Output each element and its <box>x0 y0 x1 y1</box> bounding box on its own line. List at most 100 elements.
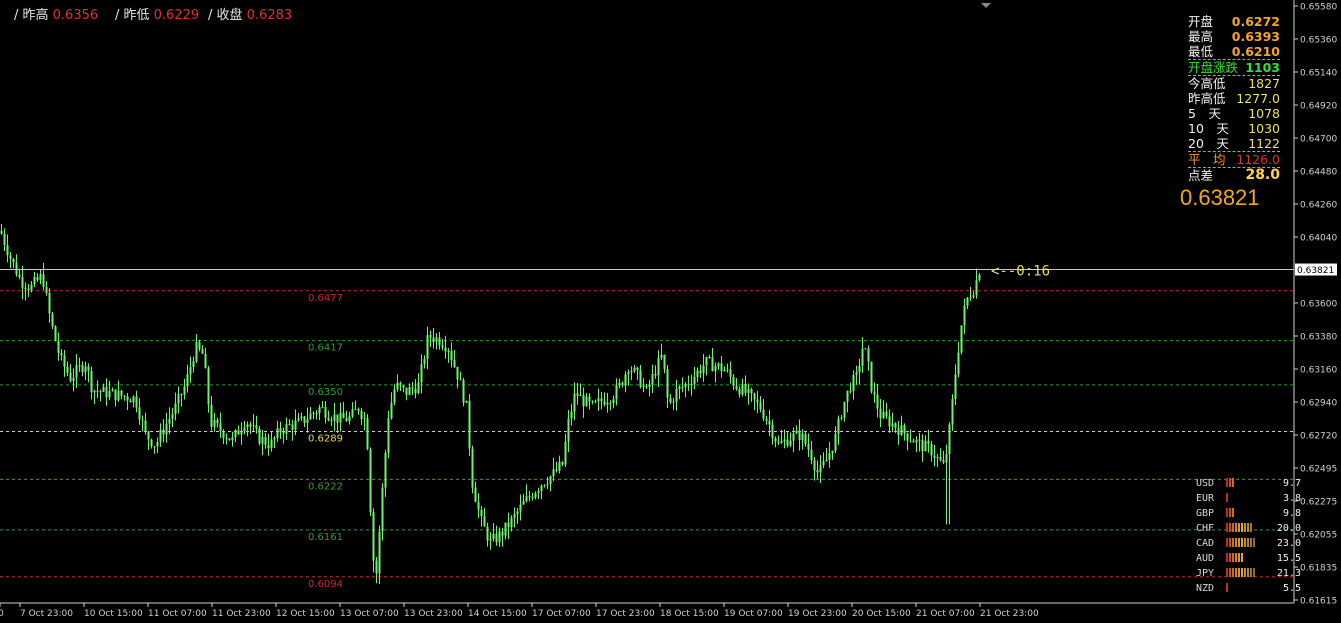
candle-body <box>144 420 147 432</box>
candle-body <box>756 399 759 403</box>
candle-body <box>546 484 549 486</box>
candle-body <box>210 404 213 427</box>
candle-body <box>771 424 774 439</box>
x-tick-label: 11 Oct 07:00 <box>148 609 207 619</box>
candle-body <box>345 418 348 422</box>
strength-bar-segment <box>1250 523 1252 532</box>
strength-bar-segment <box>1226 568 1228 577</box>
y-tick-label: 0.62940 <box>1300 399 1337 409</box>
y-tick-label: 0.64920 <box>1300 102 1337 112</box>
candle-body <box>273 437 276 440</box>
candle-body <box>507 522 510 528</box>
candle-body <box>777 441 780 443</box>
candle-body <box>201 348 204 354</box>
candle-body <box>138 407 141 420</box>
strength-bar-segment <box>1232 478 1234 487</box>
candle-body <box>321 406 324 408</box>
candle-body <box>696 370 699 377</box>
candle-body <box>831 450 834 453</box>
candle-body <box>156 441 159 447</box>
candle-body <box>738 389 741 395</box>
candle-body <box>735 385 738 390</box>
candle-body <box>942 460 945 463</box>
candle-body <box>681 386 684 388</box>
candle-body <box>732 376 735 386</box>
price-chart[interactable]: 0.6477 0.6417 0.6350 0.6289 0.6222 0.6161 0.60… <box>0 0 1341 623</box>
candle-body <box>261 436 264 444</box>
candle-body <box>795 430 798 434</box>
candle-body <box>537 491 540 494</box>
candle-body <box>879 408 882 419</box>
candle-body <box>693 376 696 385</box>
open-change-row: 开盘涨跌 1103 <box>1188 60 1280 76</box>
candle-body <box>162 429 165 435</box>
candle-body <box>849 390 852 392</box>
candle-body <box>57 340 60 353</box>
candle-body <box>711 357 714 372</box>
strength-bar-segment <box>1247 523 1249 532</box>
candle-body <box>342 412 345 419</box>
candle-body <box>450 350 453 361</box>
candle-body <box>723 369 726 372</box>
candle-body <box>402 385 405 388</box>
candle-body <box>978 274 981 281</box>
candle-body <box>324 406 327 418</box>
candle-body <box>198 341 201 349</box>
x-tick-label: 10 Oct 15:00 <box>84 609 143 619</box>
candle-body <box>3 233 6 245</box>
candle-body <box>228 438 231 441</box>
d5-row: 5 天 1078 <box>1188 106 1280 121</box>
candle-body <box>24 287 27 290</box>
candle-body <box>648 384 651 387</box>
level-label: 0.6289 <box>308 433 343 444</box>
candle-body <box>660 354 663 358</box>
candle-body <box>510 517 513 528</box>
candle-body <box>765 418 768 421</box>
candle-body <box>621 382 624 386</box>
candle-body <box>231 437 234 441</box>
candle-body <box>936 456 939 458</box>
candle-body <box>534 493 537 498</box>
candle-body <box>657 357 660 376</box>
candle-body <box>78 365 81 367</box>
candle-body <box>471 448 474 488</box>
candle-body <box>318 407 321 414</box>
strength-row-gbp: GBP 9.8 <box>1193 506 1301 521</box>
candle-body <box>288 423 291 425</box>
candle-body <box>903 425 906 434</box>
candle-body <box>420 363 423 383</box>
candle-body <box>492 533 495 539</box>
candle-body <box>960 325 963 353</box>
candle-body <box>168 418 171 424</box>
open-change-value: 1103 <box>1245 60 1280 75</box>
d20-row: 20 天 1122 <box>1188 136 1280 152</box>
y-tick-label: 0.65140 <box>1300 69 1337 79</box>
spread-value: 28.0 <box>1245 167 1280 183</box>
candle-body <box>636 367 639 370</box>
candle-body <box>126 396 129 401</box>
candle-body <box>18 274 21 278</box>
candle-body <box>654 373 657 376</box>
y-tick-label: 0.62275 <box>1300 498 1337 508</box>
candle-body <box>933 455 936 458</box>
strength-row-eur: EUR 3.8 <box>1193 491 1301 506</box>
candle-body <box>615 384 618 400</box>
candle-body <box>483 516 486 527</box>
candle-body <box>357 408 360 411</box>
high-value: 0.6393 <box>1231 29 1280 44</box>
candle-body <box>147 431 150 440</box>
candle-body <box>135 396 138 408</box>
candle-body <box>264 436 267 445</box>
strength-bar-segment <box>1253 568 1255 577</box>
candle-body <box>108 391 111 398</box>
candle-body <box>330 420 333 422</box>
candle-body <box>243 427 246 431</box>
candle-body <box>642 385 645 388</box>
candle-body <box>810 449 813 461</box>
strength-row-chf: CHF 20.0 <box>1193 521 1301 536</box>
strength-value: 5.5 <box>1282 583 1301 594</box>
candle-body <box>948 424 951 455</box>
candle-body <box>855 372 858 375</box>
candle-body <box>840 417 843 419</box>
candle-body <box>333 414 336 421</box>
